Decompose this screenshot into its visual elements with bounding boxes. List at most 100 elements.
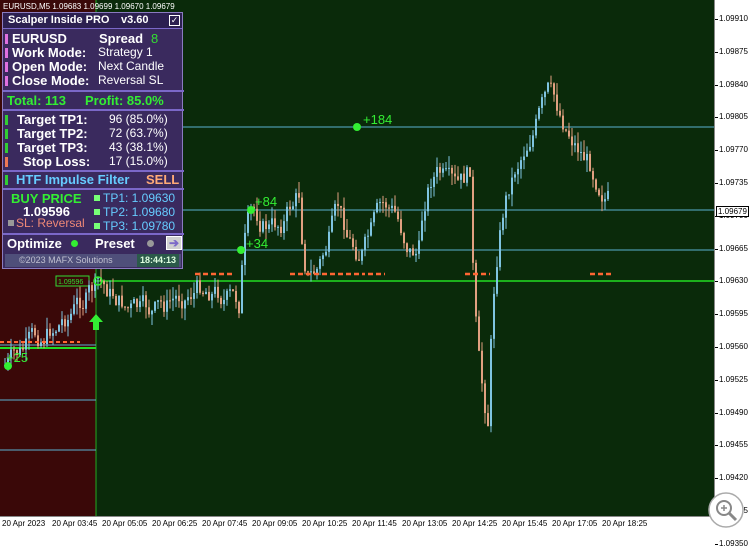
candle-body [562,115,564,130]
price-label: 1.09910 [719,14,748,23]
tp-marker [5,129,8,139]
tp3-square [94,223,100,229]
price-label: 1.09490 [719,407,748,417]
candle-body [229,289,231,291]
time-label: 20 Apr 17:05 [552,519,598,528]
candle-body [118,295,120,306]
candle-body [394,205,396,212]
time-label: 20 Apr 09:05 [252,519,298,528]
candle-body [373,212,375,223]
tp-hit-dot [237,246,245,254]
candle-body [241,265,243,314]
candle-body [409,248,411,253]
candle-body [406,243,408,253]
work-mode-value[interactable]: Strategy 1 [98,45,153,59]
price-label: 1.09665 [719,243,748,253]
candle-body [172,298,174,301]
candle-body [439,167,441,173]
price-axis[interactable]: 1.09910 1.09875 1.09840 1.09805 1.09770 1.097… [715,0,750,548]
time-label: 20 Apr 14:25 [452,519,498,528]
candle-body [511,177,513,195]
candle-body [607,190,609,200]
optimize-status-icon [71,240,78,247]
tp2-price: TP2: 1.09680 [103,205,176,219]
price-label: 1.09350 [719,538,748,548]
time-label: 20 Apr 03:45 [52,519,98,528]
time-label: 20 Apr 18:25 [602,519,648,528]
candle-body [49,328,51,336]
price-label: 1.09770 [719,145,748,155]
tp-hit-dot [247,206,255,214]
candle-body [481,350,483,384]
candle-body [85,292,87,309]
candle-body [190,297,192,299]
price-tick [715,84,718,86]
candle-body [460,173,462,180]
close-mode-value[interactable]: Reversal SL [98,73,163,87]
target-tp1-label: Target TP1: [17,112,88,127]
candle-body [385,202,387,208]
candle-body [277,226,279,228]
candle-body [502,217,504,231]
candle-body [223,299,225,305]
candle-body [262,221,264,232]
price-tick [715,445,718,447]
candle-body [307,271,309,273]
optimize-button[interactable]: Optimize [7,236,62,251]
zoom-icon[interactable] [706,490,746,530]
price-tick [715,248,718,250]
candle-body [175,295,177,299]
candle-body [526,150,528,157]
preset-button[interactable]: Preset [95,236,135,251]
candle-body [127,307,129,309]
candle-body [121,295,123,307]
candle-body [343,207,345,230]
candle-body [568,130,570,137]
candle-body [340,205,342,208]
candle-body [532,135,534,147]
candle-body [151,310,153,315]
target-tp2-label: Target TP2: [17,126,88,141]
candle-body [301,197,303,244]
candle-body [400,219,402,233]
candle-body [577,143,579,153]
candle-body [370,222,372,236]
candle-body [499,230,501,268]
candle-body [466,167,468,183]
candle-body [334,203,336,216]
candle-body [196,280,198,294]
panel-title-bar[interactable]: Scalper Inside PRO v3.60 ✓ [3,13,182,29]
next-arrow-button[interactable]: ➔ [166,236,182,250]
candle-body [265,221,267,230]
candle-body [136,299,138,308]
price-label: 1.09420 [719,473,748,483]
target-tp3-value: 43 (38.1%) [109,140,168,154]
candle-body [106,284,108,297]
open-mode-value[interactable]: Next Candle [98,59,164,73]
candle-body [424,211,426,221]
price-label: 1.09735 [719,178,748,187]
candle-body [538,107,540,119]
price-label: 1.09595 [719,309,748,319]
candle-body [115,295,117,306]
candle-body [535,118,537,136]
target-tp2-value: 72 (63.7%) [109,126,168,140]
candle-body [517,168,519,175]
candle-body [220,297,222,305]
tp-hit-label: +184 [363,112,392,127]
candle-body [169,300,171,302]
panel-checkbox[interactable]: ✓ [169,15,180,26]
candle-body [178,295,180,302]
candle-body [556,94,558,111]
candle-body [448,167,450,169]
candle-body [541,97,543,108]
candle-body [367,235,369,237]
tp-hit-label: +34 [246,236,268,251]
candle-body [148,307,150,315]
candle-body [571,136,573,146]
time-axis[interactable]: 20 Apr 2023 20 Apr 03:45 20 Apr 05:05 20 Ap… [0,517,750,533]
candle-body [412,248,414,256]
candle-body [523,156,525,161]
candle-body [61,319,63,326]
candle-body [268,224,270,230]
